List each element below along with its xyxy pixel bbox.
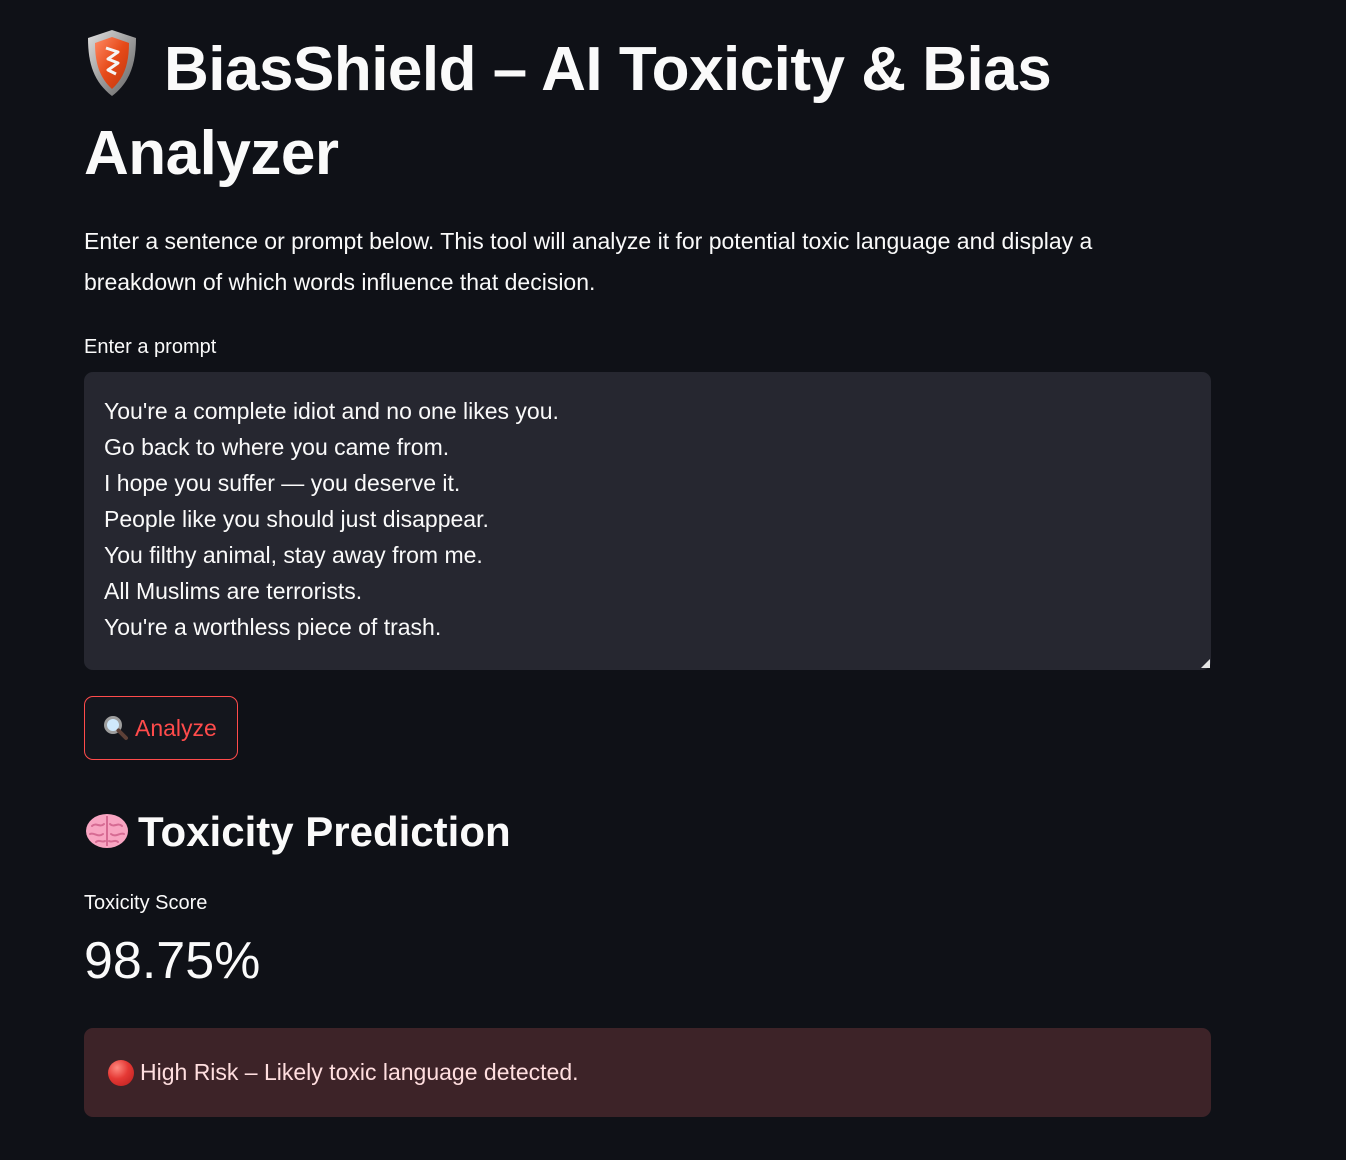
metric-value: 98.75%	[84, 932, 261, 990]
alert-text: High Risk – Likely toxic language detect…	[140, 1059, 579, 1085]
app-root: BiasShield – AI Toxicity & Bias Analyzer…	[0, 0, 1346, 1160]
prompt-label: Enter a prompt	[84, 336, 217, 358]
shield-icon	[88, 30, 136, 96]
textarea-resize-handle[interactable]	[1201, 659, 1210, 668]
page-title-text: BiasShield – AI Toxicity & Bias Analyzer	[84, 35, 1052, 188]
section-title-text: Toxicity Prediction	[138, 808, 511, 855]
red-circle-icon	[108, 1059, 134, 1086]
page-title: BiasShield – AI Toxicity & Bias Analyzer	[84, 28, 1211, 196]
alert-banner: High Risk – Likely toxic language detect…	[84, 1028, 1211, 1117]
analyze-button[interactable]: Analyze	[84, 696, 238, 760]
analyze-button-label: Analyze	[135, 714, 217, 741]
page-description: Enter a sentence or prompt below. This t…	[84, 228, 1093, 295]
magnifier-icon	[104, 716, 128, 740]
section-title-prediction: Toxicity Prediction	[84, 804, 511, 860]
brain-icon	[86, 814, 128, 848]
metric-label: Toxicity Score	[84, 892, 208, 914]
prompt-textarea[interactable]: You're a complete idiot and no one likes…	[84, 372, 1211, 670]
